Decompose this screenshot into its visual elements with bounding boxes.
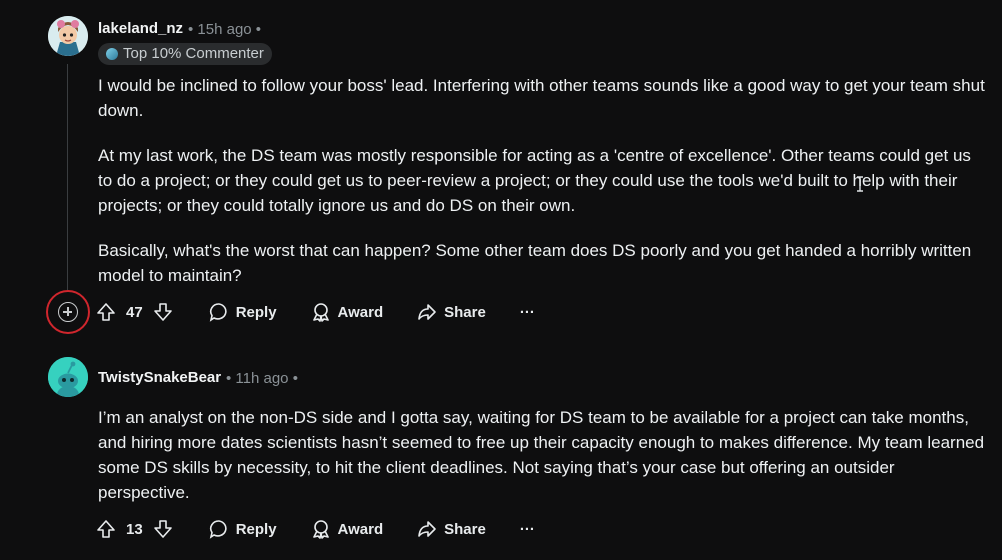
more-icon: ··· [519,303,535,321]
more-options-button[interactable]: ··· [520,521,535,538]
more-icon: ··· [519,520,535,538]
speech-bubble-icon [209,302,229,322]
thread-line[interactable] [67,64,68,290]
reply-button[interactable]: Reply [209,519,277,539]
award-button[interactable]: Award [311,302,384,322]
share-label: Share [444,520,486,538]
expand-thread-button[interactable] [46,290,90,334]
comment-body: I’m an analyst on the non-DS side and I … [98,405,988,525]
more-options-button[interactable]: ··· [520,304,535,321]
comment-paragraph: At my last work, the DS team was mostly … [98,146,971,215]
award-button[interactable]: Award [311,519,384,539]
flair-label: Top 10% Commenter [123,45,264,62]
award-icon [311,302,331,322]
award-icon [311,519,331,539]
arrow-down-icon[interactable] [153,519,173,539]
share-arrow-icon [417,302,437,322]
speech-bubble-icon [209,519,229,539]
arrow-up-icon[interactable] [96,302,116,322]
share-arrow-icon [417,519,437,539]
vote-count: 13 [126,520,143,538]
vote-count: 47 [126,303,143,321]
share-button[interactable]: Share [417,519,486,539]
avatar[interactable] [48,357,88,397]
vote-controls: 47 [96,302,173,322]
flair-icon [106,48,118,60]
author-name[interactable]: TwistySnakeBear [98,369,221,386]
arrow-up-icon[interactable] [96,519,116,539]
award-label: Award [337,520,384,538]
comment-timestamp: • 15h ago • [188,21,262,38]
comment-actions: 47 Reply Award Share ··· [96,298,569,326]
user-flair: Top 10% Commenter [98,43,272,65]
comment-paragraph: I would be inclined to follow your boss'… [98,76,985,120]
comment-paragraph: I’m an analyst on the non-DS side and I … [98,408,985,502]
reply-button[interactable]: Reply [209,302,277,322]
award-label: Award [337,303,384,321]
share-label: Share [444,303,486,321]
text-cursor-icon [857,176,863,192]
plus-circle-icon [58,302,78,322]
arrow-down-icon[interactable] [153,302,173,322]
comment-paragraph: Basically, what's the worst that can hap… [98,241,972,285]
avatar[interactable] [48,16,88,56]
reply-label: Reply [235,520,277,538]
vote-controls: 13 [96,519,173,539]
comment-timestamp: • 11h ago • [226,370,298,387]
share-button[interactable]: Share [417,302,486,322]
comment-actions: 13 Reply Award Share ··· [96,515,569,543]
reply-label: Reply [235,303,277,321]
author-name[interactable]: lakeland_nz [98,20,183,37]
comment-body: I would be inclined to follow your boss'… [98,73,988,308]
